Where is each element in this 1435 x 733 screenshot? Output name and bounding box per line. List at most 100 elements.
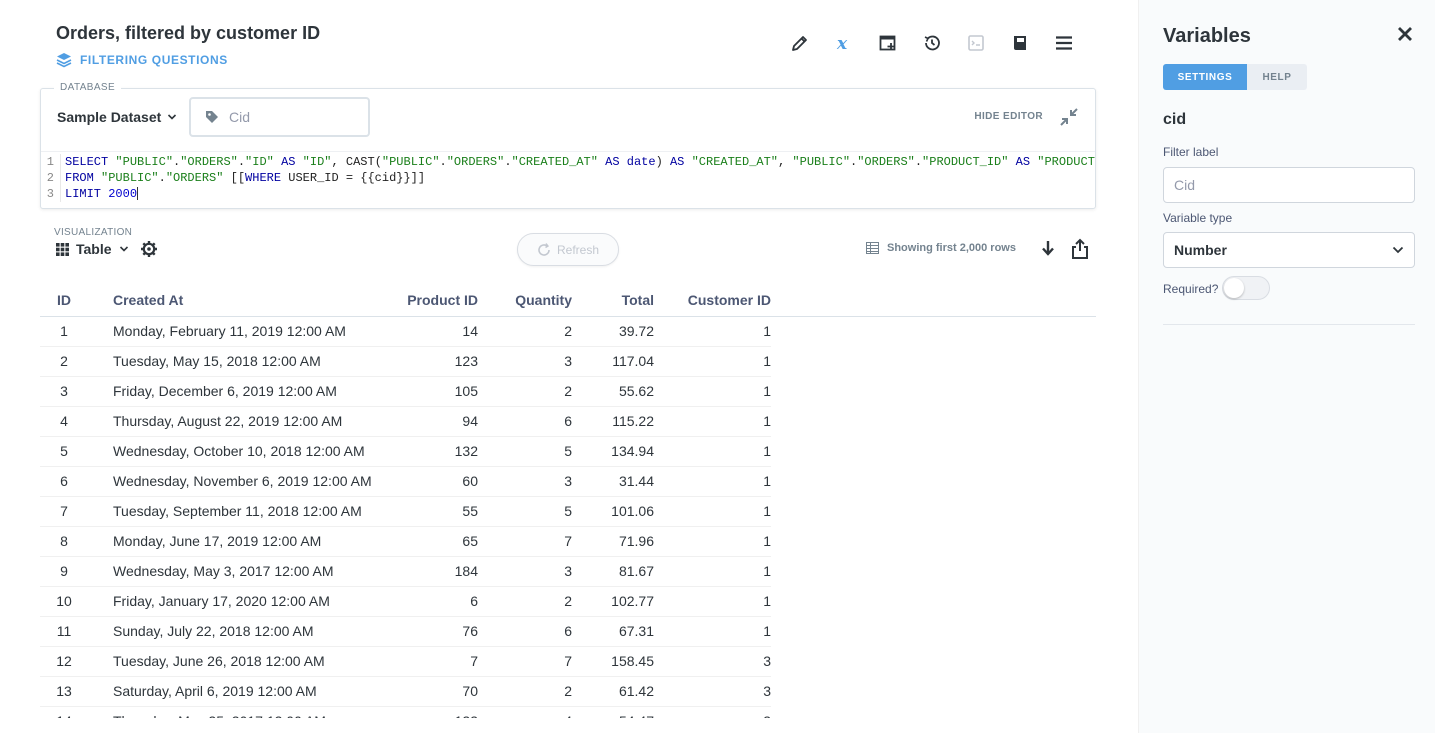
cell-id[interactable]: 12 [40,646,88,677]
cell-product-id[interactable]: 76 [388,616,478,647]
edit-button[interactable] [778,30,822,56]
column-header-product-id[interactable]: Product ID [388,284,478,317]
tab-settings[interactable]: SETTINGS [1163,64,1247,90]
page-title[interactable]: Orders, filtered by customer ID [56,23,320,44]
cell-created-at[interactable]: Thursday, May 25, 2017 12:00 AM [88,706,388,718]
visualization-picker[interactable]: Table [56,241,129,257]
table-row[interactable]: 7 Tuesday, September 11, 2018 12:00 AM 55 5… [40,496,771,527]
cell-total[interactable]: 117.04 [572,346,654,377]
cell-product-id[interactable]: 60 [388,466,478,497]
cell-created-at[interactable]: Saturday, April 6, 2019 12:00 AM [88,676,388,707]
cell-total[interactable]: 134.94 [572,436,654,467]
cell-customer-id[interactable]: 1 [654,556,771,587]
history-button[interactable] [910,30,954,56]
cell-customer-id[interactable]: 1 [654,466,771,497]
cell-total[interactable]: 61.42 [572,676,654,707]
cell-id[interactable]: 1 [40,316,88,347]
cell-created-at[interactable]: Tuesday, September 11, 2018 12:00 AM [88,496,388,527]
cell-product-id[interactable]: 123 [388,346,478,377]
share-icon[interactable] [1070,238,1090,260]
cell-customer-id[interactable]: 1 [654,496,771,527]
cell-product-id[interactable]: 184 [388,556,478,587]
cell-quantity[interactable]: 7 [478,526,572,557]
column-header-created-at[interactable]: Created At [88,284,388,317]
cell-id[interactable]: 10 [40,586,88,617]
cell-total[interactable]: 39.72 [572,316,654,347]
cell-quantity[interactable]: 6 [478,406,572,437]
cell-product-id[interactable]: 14 [388,316,478,347]
column-header-customer-id[interactable]: Customer ID [654,284,771,317]
menu-button[interactable] [1042,30,1086,56]
cid-variable-widget[interactable] [189,97,370,137]
cell-id[interactable]: 3 [40,376,88,407]
cell-created-at[interactable]: Thursday, August 22, 2019 12:00 AM [88,406,388,437]
cell-total[interactable]: 54.47 [572,706,654,718]
table-row[interactable]: 13 Saturday, April 6, 2019 12:00 AM 70 2 61.… [40,676,771,707]
filter-label-input[interactable] [1163,167,1415,203]
table-row[interactable]: 6 Wednesday, November 6, 2019 12:00 AM 60 3… [40,466,771,497]
cell-customer-id[interactable]: 3 [654,646,771,677]
table-row[interactable]: 8 Monday, June 17, 2019 12:00 AM 65 7 71.96 1 [40,526,771,557]
cell-total[interactable]: 71.96 [572,526,654,557]
cell-product-id[interactable]: 7 [388,646,478,677]
cell-created-at[interactable]: Wednesday, May 3, 2017 12:00 AM [88,556,388,587]
cell-product-id[interactable]: 132 [388,436,478,467]
snippets-button[interactable] [954,30,998,56]
cell-created-at[interactable]: Friday, January 17, 2020 12:00 AM [88,586,388,617]
tab-help[interactable]: HELP [1247,64,1307,90]
variables-button[interactable]: x [822,30,866,56]
cell-quantity[interactable]: 7 [478,646,572,677]
cell-id[interactable]: 11 [40,616,88,647]
column-header-total[interactable]: Total [572,284,654,317]
cell-total[interactable]: 67.31 [572,616,654,647]
cell-id[interactable]: 2 [40,346,88,377]
cell-product-id[interactable]: 55 [388,496,478,527]
cell-total[interactable]: 101.06 [572,496,654,527]
cell-customer-id[interactable]: 1 [654,406,771,437]
collapse-icon[interactable] [1057,105,1081,129]
variable-type-select[interactable]: Number [1163,232,1415,268]
cell-id[interactable]: 4 [40,406,88,437]
cell-product-id[interactable]: 6 [388,586,478,617]
table-row[interactable]: 12 Tuesday, June 26, 2018 12:00 AM 7 7 158.4… [40,646,771,677]
table-row[interactable]: 2 Tuesday, May 15, 2018 12:00 AM 123 3 117.0… [40,346,771,377]
cell-total[interactable]: 158.45 [572,646,654,677]
cell-quantity[interactable]: 3 [478,466,572,497]
table-row[interactable]: 3 Friday, December 6, 2019 12:00 AM 105 2 55… [40,376,771,407]
cell-created-at[interactable]: Tuesday, June 26, 2018 12:00 AM [88,646,388,677]
table-row[interactable]: 14Thursday, May 25, 2017 12:00 AM123454.… [40,706,771,718]
cell-total[interactable]: 102.77 [572,586,654,617]
cell-created-at[interactable]: Monday, June 17, 2019 12:00 AM [88,526,388,557]
table-row[interactable]: 4 Thursday, August 22, 2019 12:00 AM 94 6 11… [40,406,771,437]
add-to-dashboard-button[interactable] [866,30,910,56]
cell-id[interactable]: 7 [40,496,88,527]
cell-quantity[interactable]: 5 [478,496,572,527]
data-reference-button[interactable] [998,30,1042,56]
cell-product-id[interactable]: 70 [388,676,478,707]
cell-customer-id[interactable]: 1 [654,316,771,347]
cell-product-id[interactable]: 105 [388,376,478,407]
cell-customer-id[interactable]: 3 [654,706,771,718]
cid-variable-input[interactable] [229,109,349,125]
cell-quantity[interactable]: 5 [478,436,572,467]
sql-code-area[interactable]: 1 SELECT "PUBLIC"."ORDERS"."ID" AS "ID", … [41,151,1095,209]
cell-created-at[interactable]: Friday, December 6, 2019 12:00 AM [88,376,388,407]
cell-quantity[interactable]: 3 [478,346,572,377]
cell-id[interactable]: 9 [40,556,88,587]
cell-customer-id[interactable]: 1 [654,436,771,467]
cell-quantity[interactable]: 2 [478,586,572,617]
cell-customer-id[interactable]: 1 [654,376,771,407]
column-header-id[interactable]: ID [40,284,88,317]
cell-total[interactable]: 31.44 [572,466,654,497]
close-icon[interactable] [1396,25,1414,43]
cell-total[interactable]: 55.62 [572,376,654,407]
cell-id[interactable]: 14 [40,706,88,718]
table-row[interactable]: 11 Sunday, July 22, 2018 12:00 AM 76 6 67.31… [40,616,771,647]
cell-quantity[interactable]: 6 [478,616,572,647]
download-icon[interactable] [1038,239,1058,259]
cell-quantity[interactable]: 2 [478,676,572,707]
collection-link[interactable]: FILTERING QUESTIONS [56,52,228,68]
refresh-button[interactable]: Refresh [517,233,619,266]
cell-customer-id[interactable]: 1 [654,586,771,617]
cell-product-id[interactable]: 65 [388,526,478,557]
